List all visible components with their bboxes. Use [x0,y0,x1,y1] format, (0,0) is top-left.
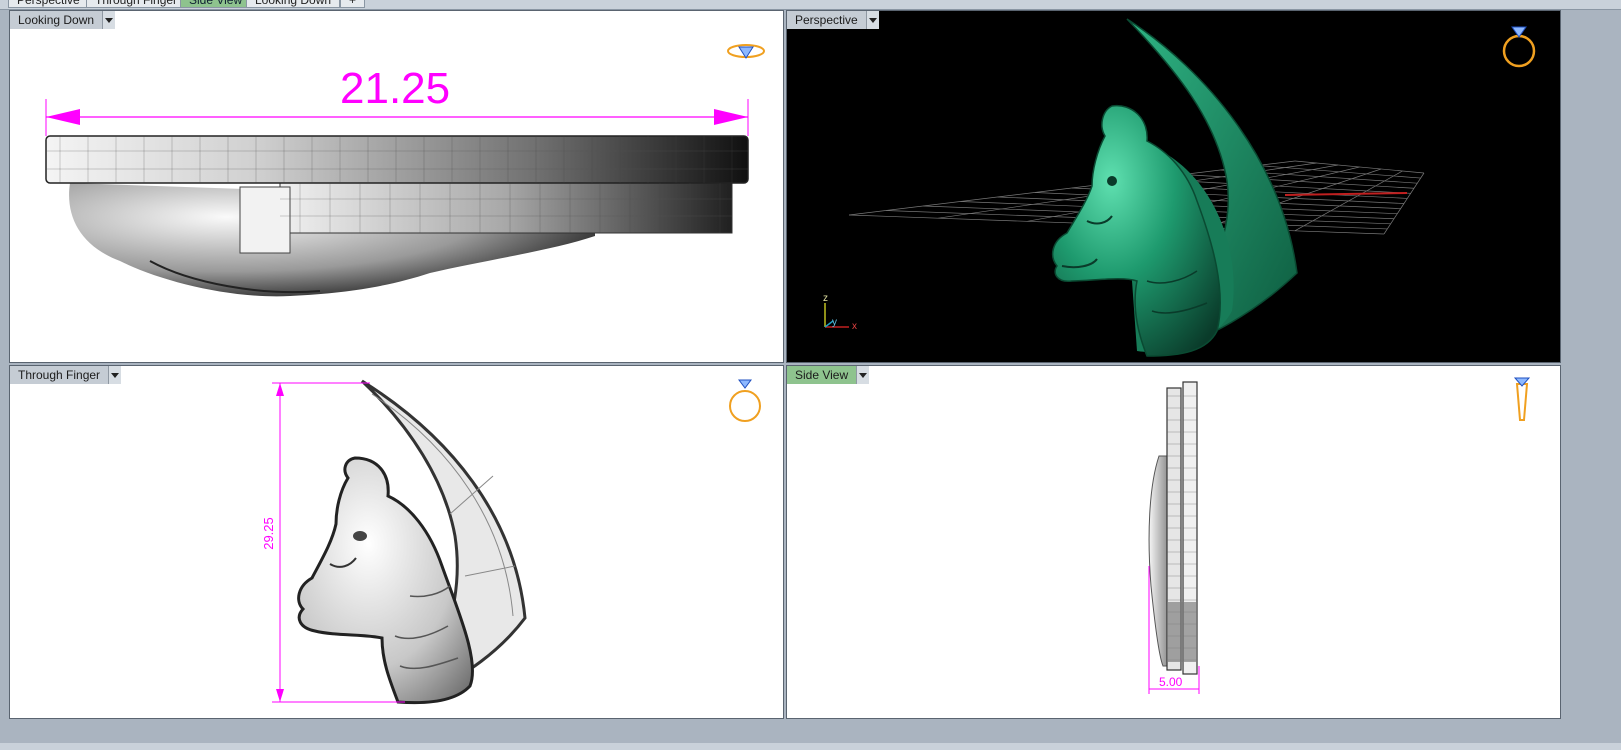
viewport-title: Through Finger [10,366,110,384]
viewport-through-finger[interactable]: Through Finger 29.25 [9,365,784,719]
tab-through-finger[interactable]: Through Finger [86,0,187,8]
viewport-label-through-finger[interactable]: Through Finger [10,366,122,384]
ring-perspective-icon [1502,26,1536,68]
viewport-menu-dropdown-icon[interactable] [857,366,870,384]
viewport-title: Looking Down [10,11,104,29]
viewport-title: Perspective [787,11,867,29]
viewport-title: Side View [787,366,858,384]
viewport-label-side-view[interactable]: Side View [787,366,870,384]
viewport-label-looking-down[interactable]: Looking Down [10,11,116,29]
status-strip [0,743,1621,750]
axis-y-label: y [832,317,837,328]
viewport-side-view[interactable]: Side View 5.00 [786,365,1561,719]
viewport-label-perspective[interactable]: Perspective [787,11,879,29]
height-dimension-label: 29.25 [260,517,276,550]
view-tab-bar: Perspective Through Finger Side View Loo… [0,0,1621,10]
ring-perspective-model [848,18,1425,357]
width-dimension-label: 21.25 [340,64,451,113]
pendant-side-model [1148,381,1200,694]
tab-looking-down[interactable]: Looking Down [246,0,341,8]
ring-front-icon [729,379,761,422]
axis-z-label: z [823,293,828,304]
pendant-front-model [272,379,527,705]
thickness-dimension-label: 5.00 [1159,675,1183,689]
viewport-menu-dropdown-icon[interactable] [866,11,879,29]
ring-top-view-icon [727,44,765,59]
axis-x-label: x [852,321,857,332]
viewport-menu-dropdown-icon[interactable] [109,366,122,384]
tab-side-view[interactable]: Side View [180,0,252,8]
add-tab-button[interactable]: + [340,0,366,8]
ring-side-icon [1513,377,1531,421]
viewport-perspective[interactable]: Perspective z y x [786,10,1561,363]
tab-perspective[interactable]: Perspective [8,0,89,8]
viewport-looking-down[interactable]: Looking Down 21.25 [9,10,784,363]
viewport-menu-dropdown-icon[interactable] [103,11,116,29]
